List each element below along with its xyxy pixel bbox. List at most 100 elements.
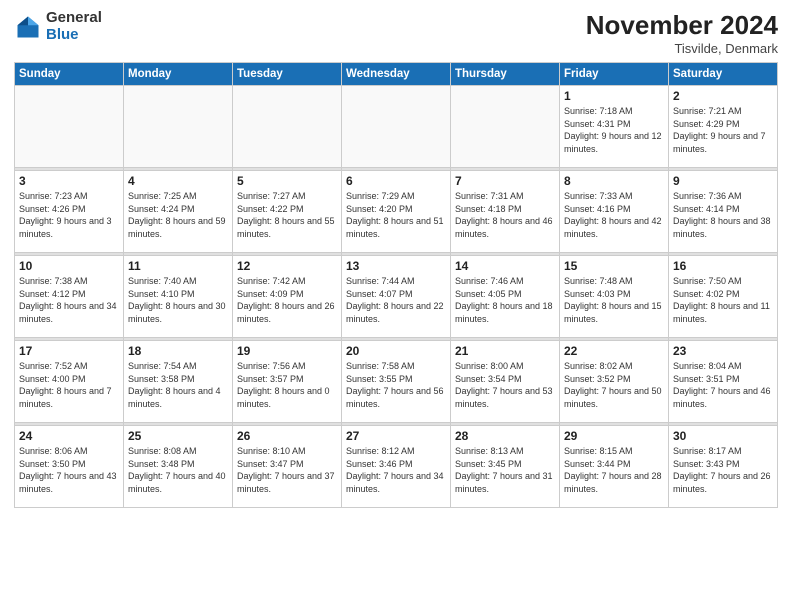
day-info-27: Sunrise: 8:12 AM Sunset: 3:46 PM Dayligh… [346,445,446,495]
cell-w3-d1: 11 Sunrise: 7:40 AM Sunset: 4:10 PM Dayli… [124,256,233,338]
day-num-5: 5 [237,174,337,188]
cell-w4-d5: 22 Sunrise: 8:02 AM Sunset: 3:52 PM Dayli… [560,341,669,423]
day-info-20: Sunrise: 7:58 AM Sunset: 3:55 PM Dayligh… [346,360,446,410]
header-wednesday: Wednesday [342,63,451,86]
week-row-5: 24 Sunrise: 8:06 AM Sunset: 3:50 PM Dayli… [15,426,778,508]
cell-w1-d2 [233,86,342,168]
day-num-10: 10 [19,259,119,273]
cell-w5-d3: 27 Sunrise: 8:12 AM Sunset: 3:46 PM Dayli… [342,426,451,508]
cell-w2-d2: 5 Sunrise: 7:27 AM Sunset: 4:22 PM Daylig… [233,171,342,253]
day-num-30: 30 [673,429,773,443]
day-info-9: Sunrise: 7:36 AM Sunset: 4:14 PM Dayligh… [673,190,773,240]
month-title: November 2024 [586,10,778,41]
header-friday: Friday [560,63,669,86]
day-info-17: Sunrise: 7:52 AM Sunset: 4:00 PM Dayligh… [19,360,119,410]
header-tuesday: Tuesday [233,63,342,86]
cell-w4-d4: 21 Sunrise: 8:00 AM Sunset: 3:54 PM Dayli… [451,341,560,423]
cell-w2-d5: 8 Sunrise: 7:33 AM Sunset: 4:16 PM Daylig… [560,171,669,253]
week-row-2: 3Sunrise: 7:23 AM Sunset: 4:26 PM Daylig… [15,171,778,253]
cell-w1-d6: 2 Sunrise: 7:21 AM Sunset: 4:29 PM Daylig… [669,86,778,168]
cell-w2-d6: 9Sunrise: 7:36 AM Sunset: 4:14 PM Daylig… [669,171,778,253]
cell-w1-d3 [342,86,451,168]
cell-w5-d1: 25 Sunrise: 8:08 AM Sunset: 3:48 PM Dayli… [124,426,233,508]
day-num-19: 19 [237,344,337,358]
logo-general: General [46,9,102,26]
day-num-6: 6 [346,174,446,188]
day-info-10: Sunrise: 7:38 AM Sunset: 4:12 PM Dayligh… [19,275,119,325]
day-num-17: 17 [19,344,119,358]
day-info-19: Sunrise: 7:56 AM Sunset: 3:57 PM Dayligh… [237,360,337,410]
day-num-11: 11 [128,259,228,273]
day-num-14: 14 [455,259,555,273]
day-num-7: 7 [455,174,555,188]
day-info-8: Sunrise: 7:33 AM Sunset: 4:16 PM Dayligh… [564,190,664,240]
logo-icon [14,13,42,41]
day-num-20: 20 [346,344,446,358]
day-num-23: 23 [673,344,773,358]
cell-w2-d1: 4 Sunrise: 7:25 AM Sunset: 4:24 PM Daylig… [124,171,233,253]
cell-w3-d4: 14 Sunrise: 7:46 AM Sunset: 4:05 PM Dayli… [451,256,560,338]
day-num-16: 16 [673,259,773,273]
day-info-14: Sunrise: 7:46 AM Sunset: 4:05 PM Dayligh… [455,275,555,325]
day-info-18: Sunrise: 7:54 AM Sunset: 3:58 PM Dayligh… [128,360,228,410]
day-info-28: Sunrise: 8:13 AM Sunset: 3:45 PM Dayligh… [455,445,555,495]
day-info-5: Sunrise: 7:27 AM Sunset: 4:22 PM Dayligh… [237,190,337,240]
day-num-29: 29 [564,429,664,443]
day-info-29: Sunrise: 8:15 AM Sunset: 3:44 PM Dayligh… [564,445,664,495]
day-num-22: 22 [564,344,664,358]
day-info-22: Sunrise: 8:02 AM Sunset: 3:52 PM Dayligh… [564,360,664,410]
day-num-24: 24 [19,429,119,443]
cell-w5-d2: 26Sunrise: 8:10 AM Sunset: 3:47 PM Dayli… [233,426,342,508]
cell-w1-d4 [451,86,560,168]
week-row-1: 1Sunrise: 7:18 AM Sunset: 4:31 PM Daylig… [15,86,778,168]
logo-blue: Blue [46,26,79,43]
day-info-25: Sunrise: 8:08 AM Sunset: 3:48 PM Dayligh… [128,445,228,495]
cell-w4-d1: 18 Sunrise: 7:54 AM Sunset: 3:58 PM Dayli… [124,341,233,423]
cell-w5-d0: 24 Sunrise: 8:06 AM Sunset: 3:50 PM Dayli… [15,426,124,508]
location: Tisvilde, Denmark [586,41,778,56]
day-info-2: Sunrise: 7:21 AM Sunset: 4:29 PM Dayligh… [673,105,773,155]
cell-w1-d5: 1Sunrise: 7:18 AM Sunset: 4:31 PM Daylig… [560,86,669,168]
day-info-23: Sunrise: 8:04 AM Sunset: 3:51 PM Dayligh… [673,360,773,410]
cell-w3-d0: 10 Sunrise: 7:38 AM Sunset: 4:12 PM Dayli… [15,256,124,338]
day-num-18: 18 [128,344,228,358]
cell-w4-d0: 17 Sunrise: 7:52 AM Sunset: 4:00 PM Dayli… [15,341,124,423]
cell-w3-d6: 16Sunrise: 7:50 AM Sunset: 4:02 PM Dayli… [669,256,778,338]
cell-w5-d5: 29 Sunrise: 8:15 AM Sunset: 3:44 PM Dayli… [560,426,669,508]
day-info-4: Sunrise: 7:25 AM Sunset: 4:24 PM Dayligh… [128,190,228,240]
day-num-3: 3 [19,174,119,188]
day-info-13: Sunrise: 7:44 AM Sunset: 4:07 PM Dayligh… [346,275,446,325]
header-thursday: Thursday [451,63,560,86]
cell-w3-d3: 13Sunrise: 7:44 AM Sunset: 4:07 PM Dayli… [342,256,451,338]
day-num-15: 15 [564,259,664,273]
calendar: Sunday Monday Tuesday Wednesday Thursday… [14,62,778,508]
cell-w2-d3: 6Sunrise: 7:29 AM Sunset: 4:20 PM Daylig… [342,171,451,253]
day-info-24: Sunrise: 8:06 AM Sunset: 3:50 PM Dayligh… [19,445,119,495]
header-saturday: Saturday [669,63,778,86]
day-info-7: Sunrise: 7:31 AM Sunset: 4:18 PM Dayligh… [455,190,555,240]
week-row-4: 17 Sunrise: 7:52 AM Sunset: 4:00 PM Dayli… [15,341,778,423]
day-info-15: Sunrise: 7:48 AM Sunset: 4:03 PM Dayligh… [564,275,664,325]
cell-w2-d4: 7 Sunrise: 7:31 AM Sunset: 4:18 PM Daylig… [451,171,560,253]
day-num-4: 4 [128,174,228,188]
day-num-21: 21 [455,344,555,358]
cell-w1-d0 [15,86,124,168]
cell-w1-d1 [124,86,233,168]
cell-w5-d4: 28Sunrise: 8:13 AM Sunset: 3:45 PM Dayli… [451,426,560,508]
logo: General Blue [14,10,102,43]
day-num-1: 1 [564,89,664,103]
day-num-27: 27 [346,429,446,443]
day-info-21: Sunrise: 8:00 AM Sunset: 3:54 PM Dayligh… [455,360,555,410]
day-num-25: 25 [128,429,228,443]
day-info-11: Sunrise: 7:40 AM Sunset: 4:10 PM Dayligh… [128,275,228,325]
day-num-2: 2 [673,89,773,103]
day-num-8: 8 [564,174,664,188]
day-info-12: Sunrise: 7:42 AM Sunset: 4:09 PM Dayligh… [237,275,337,325]
header-monday: Monday [124,63,233,86]
cell-w4-d3: 20 Sunrise: 7:58 AM Sunset: 3:55 PM Dayli… [342,341,451,423]
cell-w2-d0: 3Sunrise: 7:23 AM Sunset: 4:26 PM Daylig… [15,171,124,253]
logo-text: General Blue [46,10,102,43]
week-row-3: 10 Sunrise: 7:38 AM Sunset: 4:12 PM Dayli… [15,256,778,338]
cell-w4-d2: 19 Sunrise: 7:56 AM Sunset: 3:57 PM Dayli… [233,341,342,423]
day-num-26: 26 [237,429,337,443]
